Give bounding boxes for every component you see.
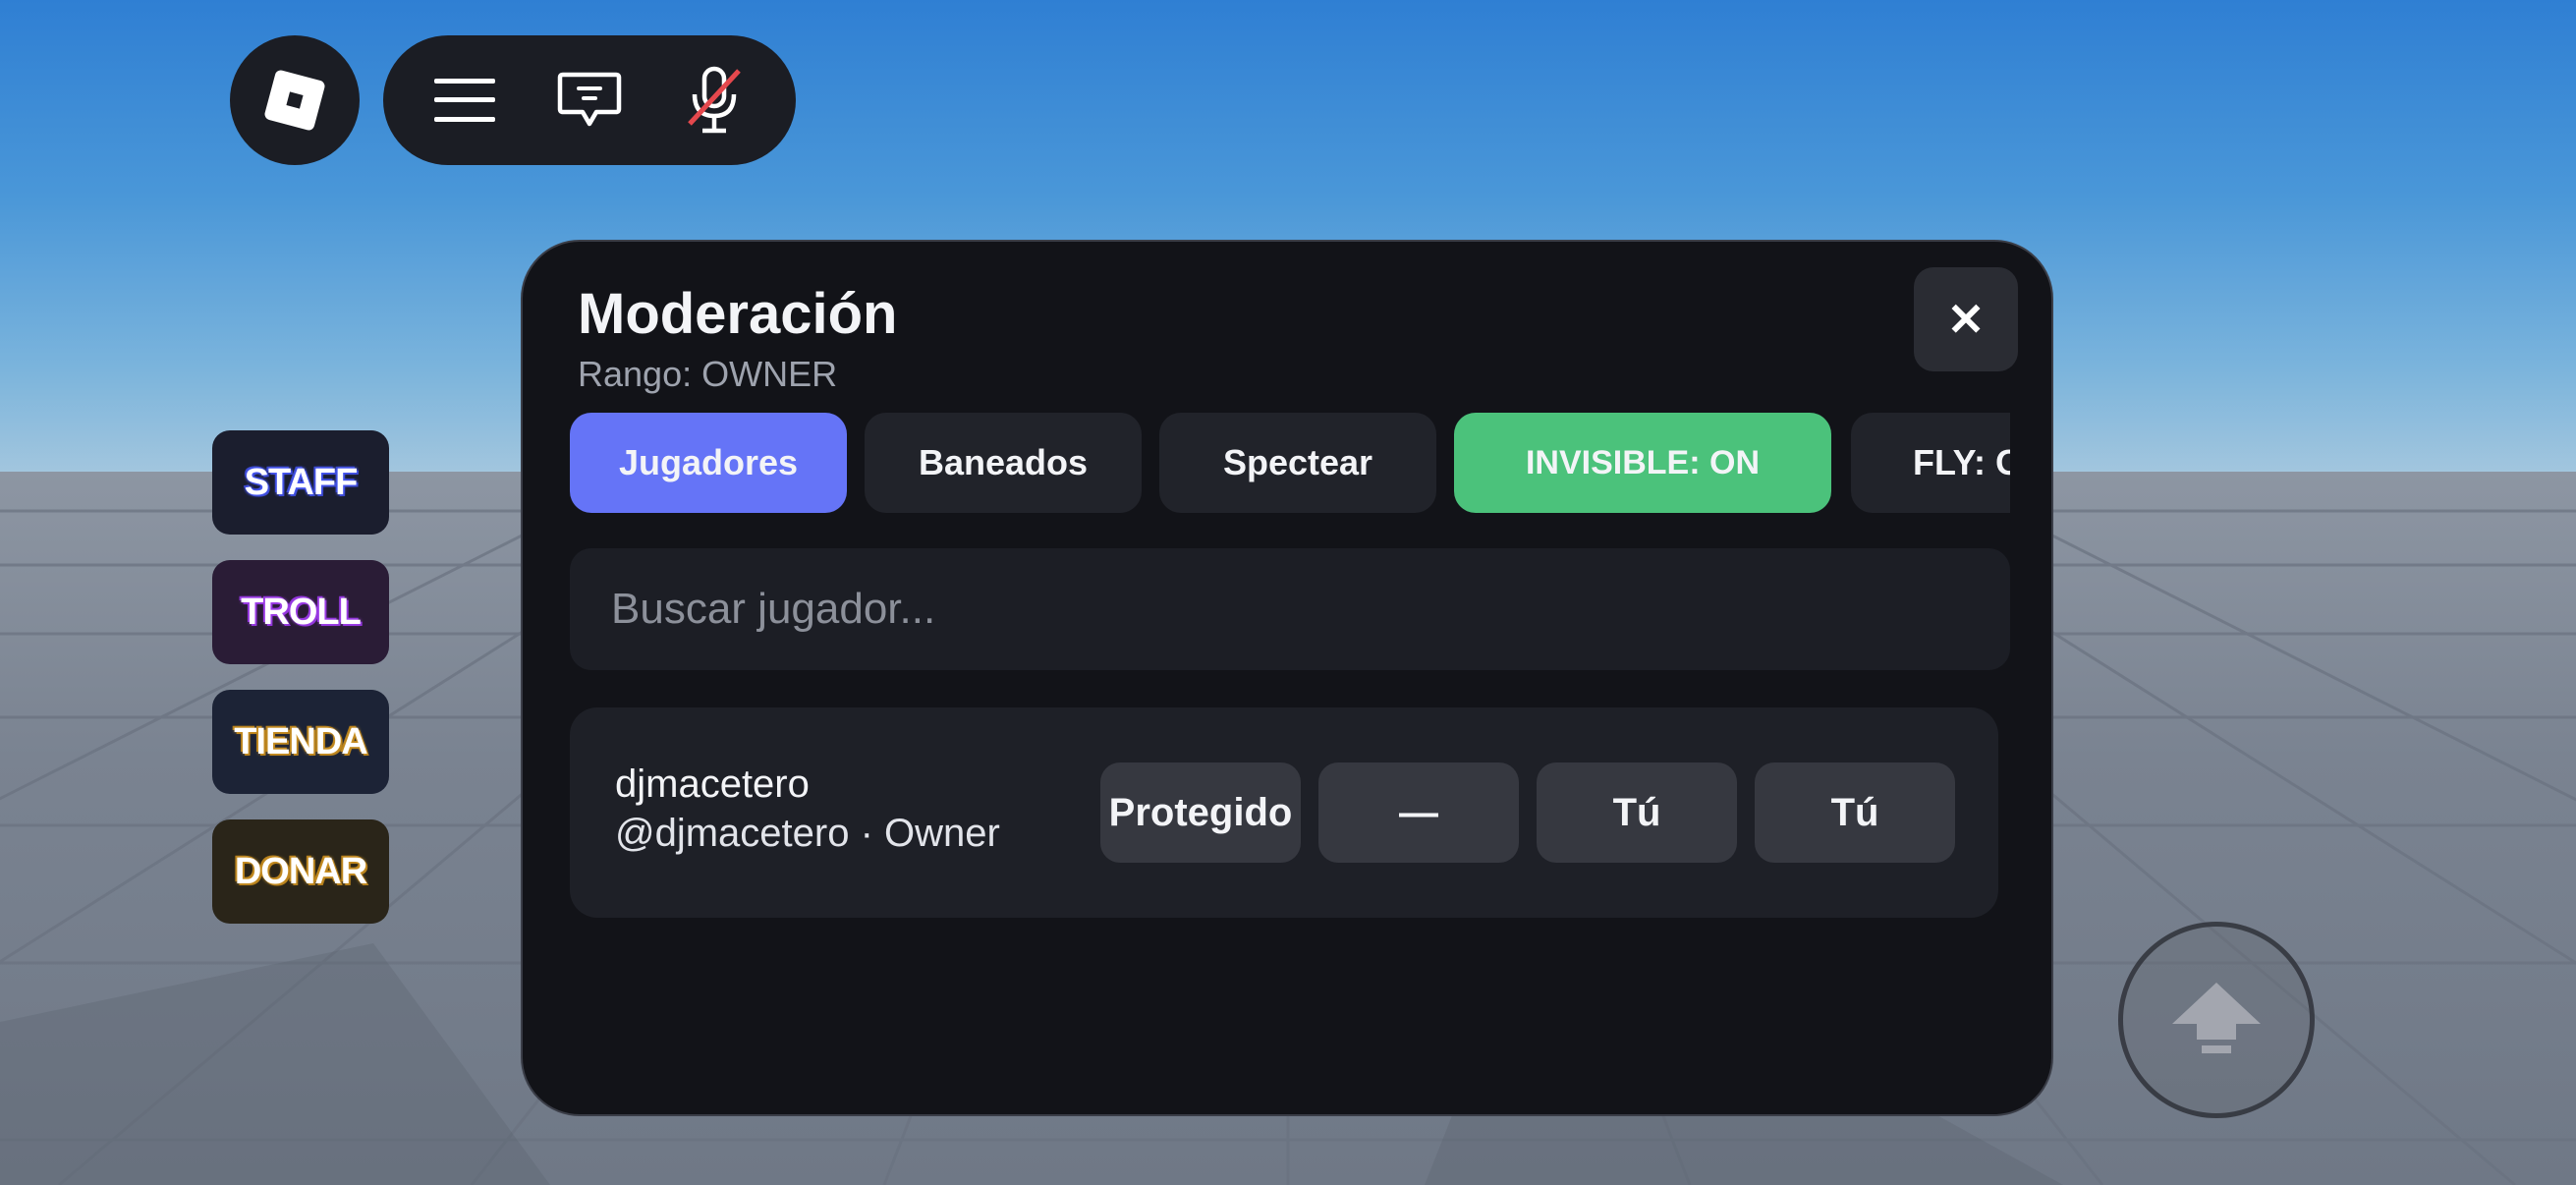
fly-toggle[interactable]: FLY: OFF: [1851, 413, 2010, 513]
search-input[interactable]: [570, 548, 2010, 670]
tienda-button[interactable]: TIENDA: [212, 690, 389, 794]
chat-icon[interactable]: [550, 61, 629, 140]
player-row: djmacetero @djmacetero · Owner Protegido…: [570, 707, 1998, 918]
tab-jugadores[interactable]: Jugadores: [570, 413, 847, 513]
troll-button[interactable]: TROLL: [212, 560, 389, 664]
roblox-menu-button[interactable]: [230, 35, 360, 165]
hamburger-menu-icon[interactable]: [425, 61, 504, 140]
close-icon: ✕: [1946, 294, 1986, 345]
jump-button[interactable]: [2118, 922, 2315, 1118]
player-handle-role: @djmacetero · Owner: [615, 812, 1000, 855]
tab-bar: Jugadores Baneados Spectear INVISIBLE: O…: [570, 413, 2010, 513]
invisible-toggle[interactable]: INVISIBLE: ON: [1454, 413, 1831, 513]
action-button-self-1[interactable]: Tú: [1537, 762, 1737, 863]
player-name: djmacetero: [615, 762, 810, 806]
staff-button[interactable]: STAFF: [212, 430, 389, 535]
tab-spectear[interactable]: Spectear: [1159, 413, 1436, 513]
moderation-panel: Moderación Rango: OWNER ✕ Jugadores Bane…: [521, 240, 2053, 1116]
donar-button[interactable]: DONAR: [212, 819, 389, 924]
top-menu-group: [383, 35, 796, 165]
rank-label: Rango: OWNER: [578, 354, 838, 394]
action-button-dash[interactable]: —: [1318, 762, 1519, 863]
jump-arrow-icon: [2162, 979, 2270, 1061]
panel-title: Moderación: [578, 282, 898, 346]
roblox-logo-icon: [255, 61, 334, 140]
close-button[interactable]: ✕: [1914, 267, 2018, 371]
action-button-self-2[interactable]: Tú: [1755, 762, 1955, 863]
protected-button[interactable]: Protegido: [1100, 762, 1301, 863]
tab-baneados[interactable]: Baneados: [865, 413, 1142, 513]
microphone-muted-icon[interactable]: [675, 61, 754, 140]
